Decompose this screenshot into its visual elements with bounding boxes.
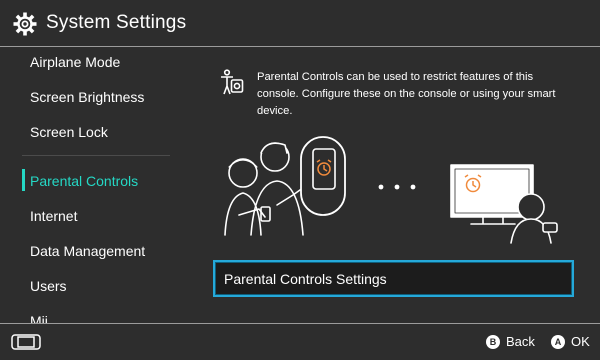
sidebar-item-data-management[interactable]: Data Management [30,243,145,259]
sidebar-active-indicator [22,169,25,191]
sidebar-menu[interactable]: Airplane Mode Screen Brightness Screen L… [0,47,185,323]
footer-bar: B Back A OK [0,323,600,360]
sidebar-item-internet[interactable]: Internet [30,208,77,224]
main-panel: Parental Controls can be used to restric… [185,47,600,323]
settings-button-label: Parental Controls Settings [224,271,387,287]
sidebar-divider [22,155,170,156]
sidebar-item-parental-controls[interactable]: Parental Controls [30,173,138,189]
sidebar-item-screen-brightness[interactable]: Screen Brightness [30,89,144,105]
ok-label: OK [571,334,590,349]
console-icon [11,334,41,350]
parental-controls-icon [221,69,244,95]
sidebar-item-screen-lock[interactable]: Screen Lock [30,124,108,140]
parental-controls-settings-button[interactable]: Parental Controls Settings [213,260,574,297]
ok-hint[interactable]: A OK [551,334,590,349]
parental-controls-illustration [224,136,558,244]
back-hint[interactable]: B Back [486,334,535,349]
page-title: System Settings [46,12,187,33]
back-label: Back [506,334,535,349]
sidebar-item-mii[interactable]: Mii [30,313,48,323]
sidebar-item-airplane-mode[interactable]: Airplane Mode [30,54,120,70]
gear-icon [13,12,37,36]
a-button-icon: A [551,334,565,349]
sidebar-item-users[interactable]: Users [30,278,67,294]
b-button-icon: B [486,334,500,349]
header-bar: System Settings [0,0,600,47]
intro-text: Parental Controls can be used to restric… [257,71,556,117]
